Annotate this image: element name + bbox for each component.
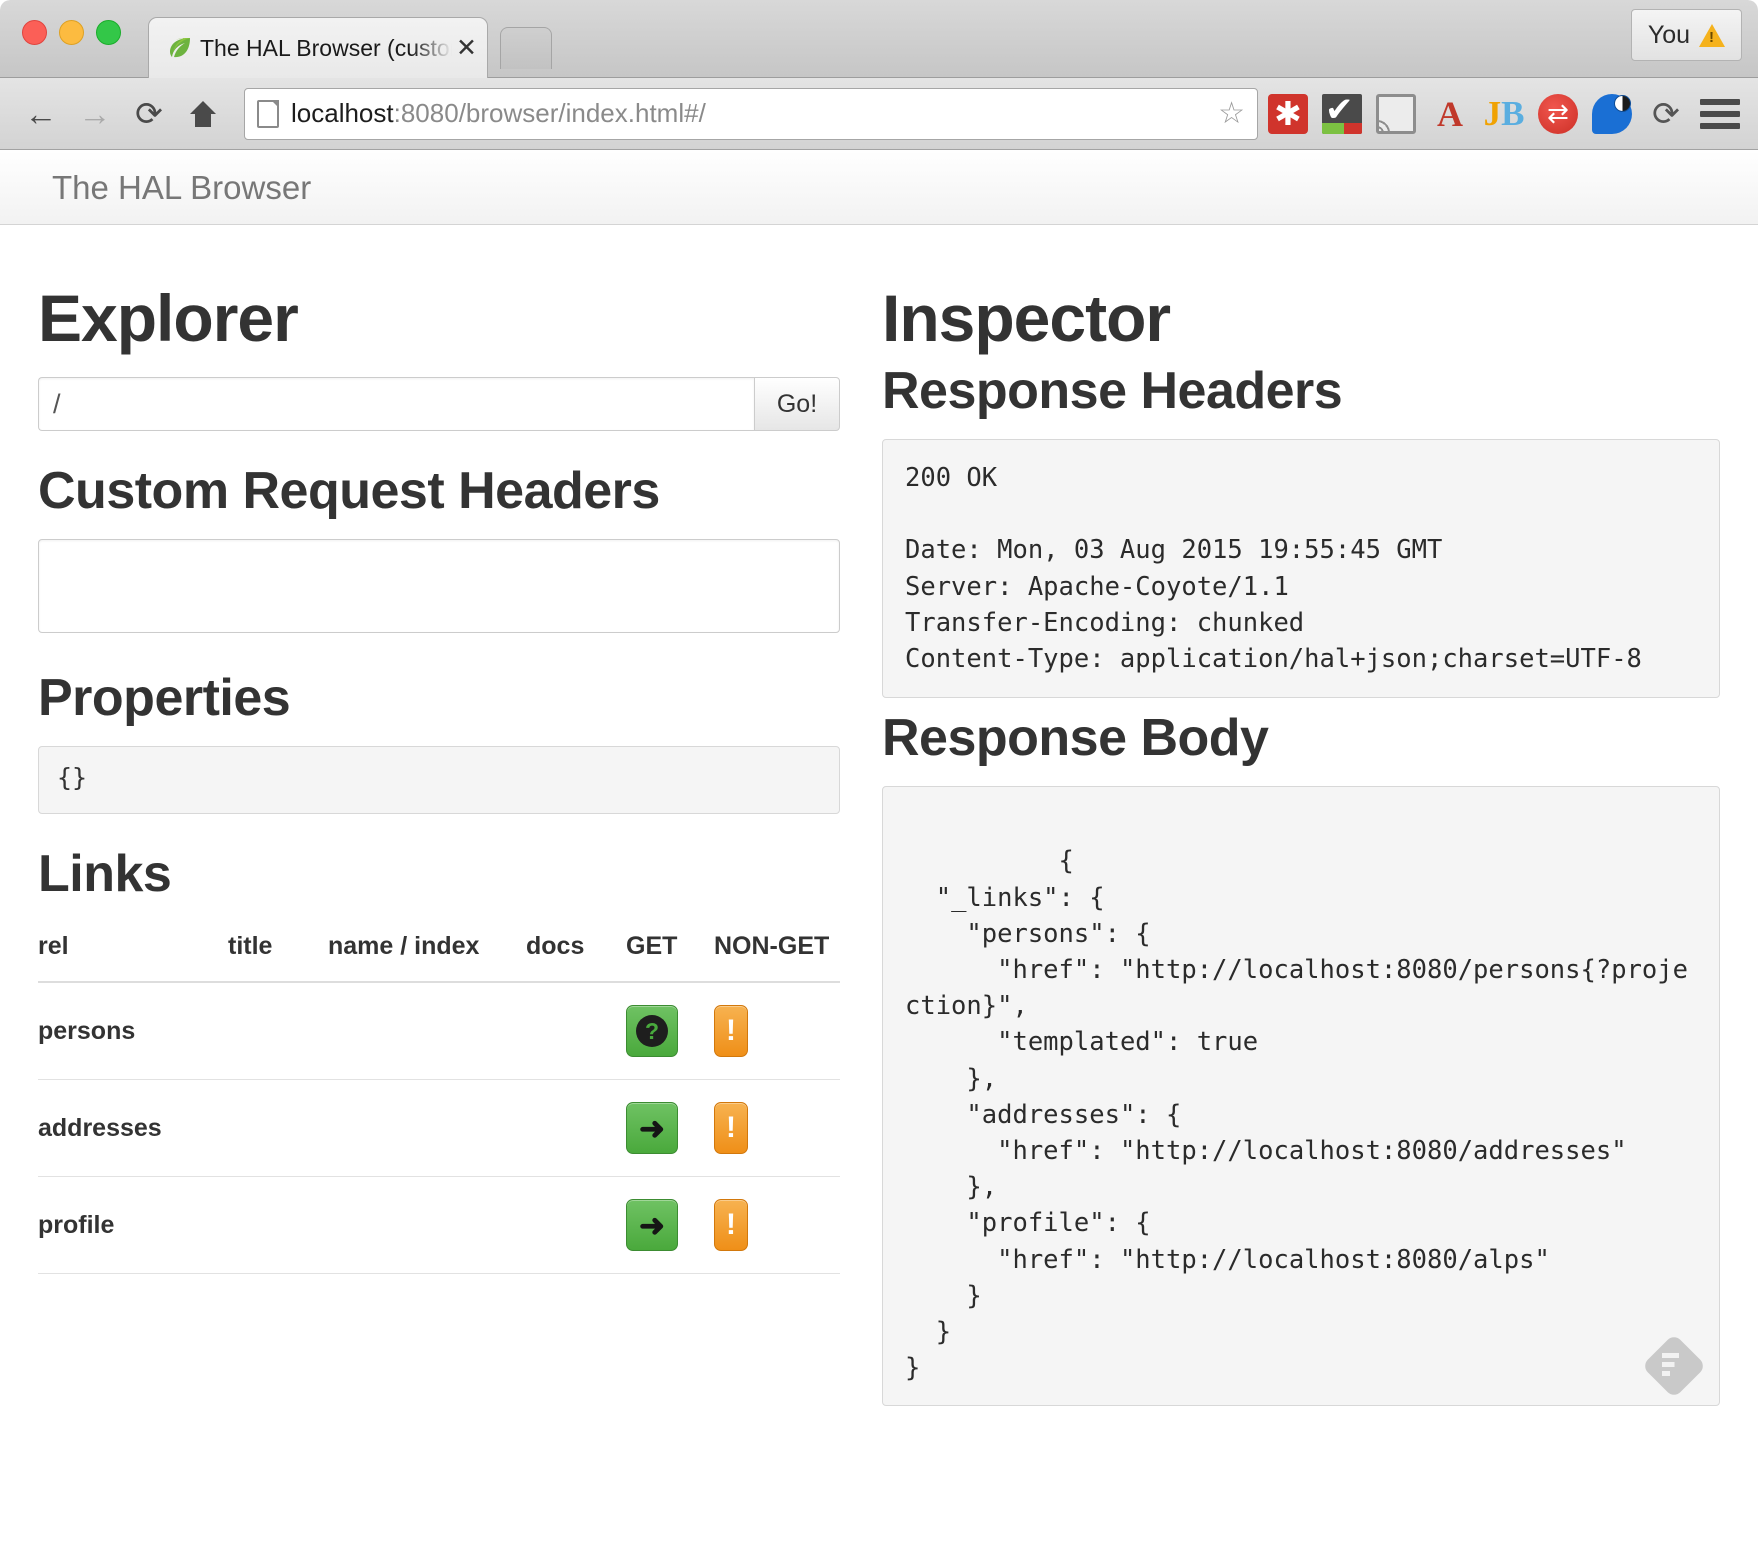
links-table: rel title name / index docs GET NON-GET … [38, 922, 840, 1274]
address-bar[interactable]: localhost:8080/browser/index.html#/ ☆ [244, 88, 1258, 140]
feedly-watermark-icon [1641, 1334, 1706, 1399]
evernote-icon[interactable] [1592, 94, 1632, 134]
link-get-cell: ➜ [626, 1177, 714, 1274]
link-name-index [328, 1080, 526, 1177]
table-row: persons ? ! [38, 982, 840, 1080]
response-body-panel: { "_links": { "persons": { "href": "http… [882, 786, 1720, 1406]
response-body-content: { "_links": { "persons": { "href": "http… [905, 846, 1688, 1383]
forward-button[interactable]: → [68, 87, 122, 141]
link-name-index [328, 1177, 526, 1274]
link-nonget-cell: ! [714, 1177, 840, 1274]
table-row: addresses ➜ ! [38, 1080, 840, 1177]
tab-title: The HAL Browser (customiz [200, 35, 452, 62]
close-icon[interactable]: ✕ [456, 36, 477, 61]
non-get-request-button[interactable]: ! [714, 1005, 748, 1057]
get-request-button[interactable]: ? [626, 1005, 678, 1057]
links-heading: Links [38, 848, 840, 900]
window-traffic-lights [22, 20, 121, 45]
go-button[interactable]: Go! [754, 377, 840, 431]
get-request-button[interactable]: ➜ [626, 1102, 678, 1154]
uri-input-group: Go! [38, 377, 840, 431]
link-name-index [328, 982, 526, 1080]
link-title [228, 1080, 328, 1177]
url-path: :8080/browser/index.html#/ [394, 98, 706, 128]
browser-window: The HAL Browser (customiz ✕ You ← → ⟳ lo… [0, 0, 1758, 1542]
browser-titlebar: The HAL Browser (customiz ✕ You [0, 0, 1758, 78]
extension-icons: A JB ⟳ [1268, 94, 1744, 134]
get-request-button[interactable]: ➜ [626, 1199, 678, 1251]
jetbrains-icon[interactable]: JB [1484, 94, 1524, 134]
profile-label: You [1648, 21, 1690, 50]
browser-tab[interactable]: The HAL Browser (customiz ✕ [148, 17, 488, 78]
new-tab-button[interactable] [500, 27, 552, 69]
link-docs [526, 982, 626, 1080]
properties-value: {} [38, 746, 840, 814]
column-header-non-get: NON-GET [714, 922, 840, 982]
address-bar-url: localhost:8080/browser/index.html#/ [291, 98, 706, 129]
todoist-icon[interactable] [1322, 94, 1362, 134]
app-brand[interactable]: The HAL Browser [52, 169, 311, 207]
close-window-button[interactable] [22, 20, 47, 45]
column-header-docs: docs [526, 922, 626, 982]
non-get-request-button[interactable]: ! [714, 1102, 748, 1154]
warning-triangle-icon [1699, 24, 1725, 47]
back-button[interactable]: ← [14, 87, 68, 141]
column-header-title: title [228, 922, 328, 982]
link-get-cell: ➜ [626, 1080, 714, 1177]
link-title [228, 1177, 328, 1274]
table-row: profile ➜ ! [38, 1177, 840, 1274]
page-icon [257, 100, 279, 128]
response-headers-content: 200 OK Date: Mon, 03 Aug 2015 19:55:45 G… [882, 439, 1720, 698]
link-nonget-cell: ! [714, 982, 840, 1080]
uri-input[interactable] [38, 377, 754, 431]
arrow-right-icon: ➜ [639, 1210, 665, 1241]
maximize-window-button[interactable] [96, 20, 121, 45]
chrome-menu-icon[interactable] [1700, 94, 1740, 134]
column-header-name-index: name / index [328, 922, 526, 982]
reload-button[interactable]: ⟳ [122, 87, 176, 141]
url-host: localhost [291, 98, 394, 128]
history-icon[interactable]: ⟳ [1646, 94, 1686, 134]
column-header-rel: rel [38, 922, 228, 982]
adobe-icon[interactable]: A [1430, 94, 1470, 134]
explorer-column: Explorer Go! Custom Request Headers Prop… [38, 225, 882, 1406]
link-docs [526, 1080, 626, 1177]
page-content: Explorer Go! Custom Request Headers Prop… [0, 225, 1758, 1406]
leaf-icon [167, 35, 193, 61]
link-rel: persons [38, 982, 228, 1080]
inspector-heading: Inspector [882, 285, 1720, 351]
browser-toolbar: ← → ⟳ localhost:8080/browser/index.html#… [0, 78, 1758, 150]
profile-button[interactable]: You [1631, 9, 1742, 61]
explorer-heading: Explorer [38, 285, 840, 351]
chromecast-icon[interactable] [1376, 94, 1416, 134]
inspector-column: Inspector Response Headers 200 OK Date: … [882, 225, 1720, 1406]
links-table-header-row: rel title name / index docs GET NON-GET [38, 922, 840, 982]
app-navbar: The HAL Browser [0, 151, 1758, 225]
link-rel: profile [38, 1177, 228, 1274]
link-nonget-cell: ! [714, 1080, 840, 1177]
custom-request-headers-heading: Custom Request Headers [38, 465, 840, 517]
column-header-get: GET [626, 922, 714, 982]
non-get-request-button[interactable]: ! [714, 1199, 748, 1251]
properties-heading: Properties [38, 672, 840, 724]
question-mark-icon: ? [636, 1015, 668, 1047]
lastpass-icon[interactable] [1268, 94, 1308, 134]
link-docs [526, 1177, 626, 1274]
link-title [228, 982, 328, 1080]
home-button[interactable] [176, 87, 230, 141]
response-headers-heading: Response Headers [882, 365, 1720, 417]
custom-request-headers-input[interactable] [38, 539, 840, 633]
bookmark-star-icon[interactable]: ☆ [1218, 96, 1245, 131]
pocket-icon[interactable] [1538, 94, 1578, 134]
link-rel: addresses [38, 1080, 228, 1177]
arrow-right-icon: ➜ [639, 1113, 665, 1144]
response-body-heading: Response Body [882, 712, 1720, 764]
hal-browser-page: The HAL Browser Explorer Go! Custom Requ… [0, 151, 1758, 1542]
link-get-cell: ? [626, 982, 714, 1080]
minimize-window-button[interactable] [59, 20, 84, 45]
